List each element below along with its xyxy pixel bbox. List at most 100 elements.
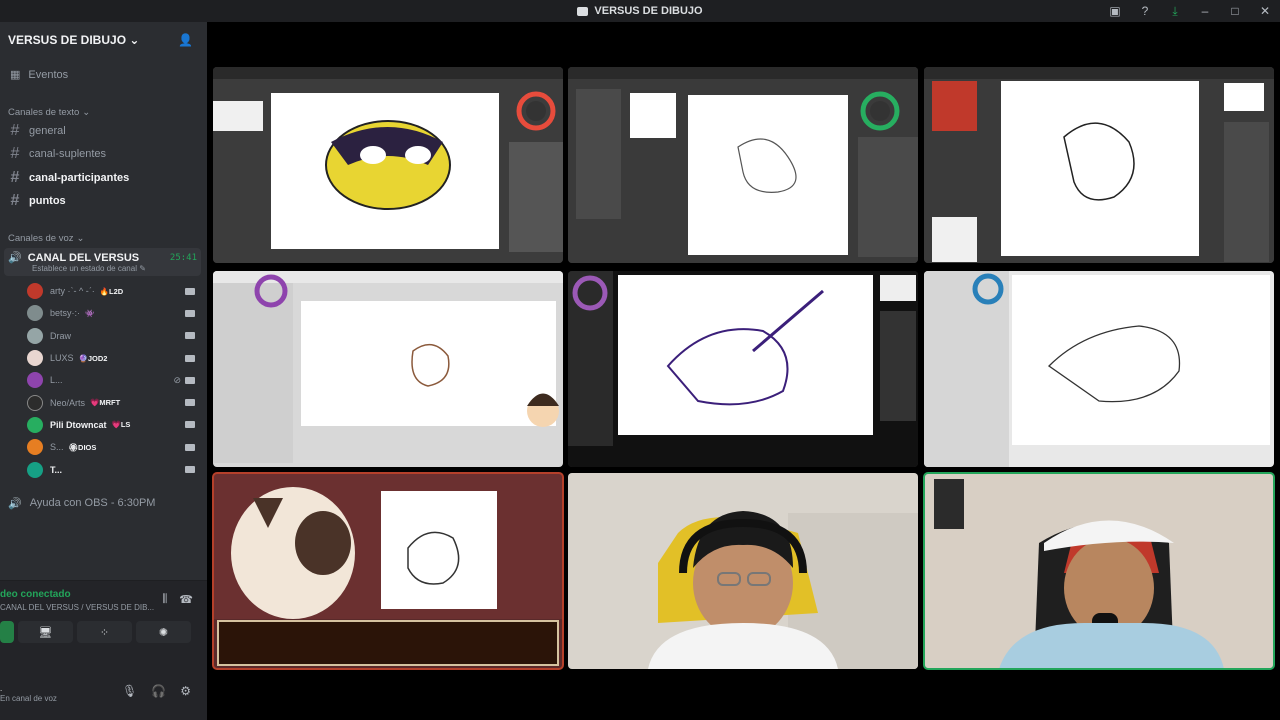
avatar bbox=[27, 394, 43, 411]
webcam-feed bbox=[924, 473, 1274, 669]
voice-user[interactable]: S... 🏵DIOS bbox=[0, 436, 207, 458]
user-tag: 🔥L2D bbox=[99, 286, 124, 296]
channel-general[interactable]: # general bbox=[0, 119, 207, 143]
user-name: L... bbox=[50, 375, 63, 386]
user-name: Draw bbox=[50, 330, 72, 341]
events-item[interactable]: ▦ Eventos bbox=[0, 58, 207, 91]
camera-toggle-button[interactable] bbox=[0, 621, 14, 643]
user-name: S... bbox=[50, 442, 64, 453]
settings-gear-icon[interactable]: ⚙ bbox=[180, 684, 191, 698]
channel-label: canal-suplentes bbox=[29, 148, 107, 161]
webcam-tile-2[interactable] bbox=[923, 472, 1275, 670]
connection-location[interactable]: CANAL DEL VERSUS / VERSUS DE DIB... bbox=[0, 603, 154, 612]
screen-share-button[interactable]: 🖥 bbox=[18, 621, 73, 643]
voice-timer: 25:41 bbox=[169, 252, 197, 263]
noise-suppression-icon[interactable]: ⫼ bbox=[162, 593, 167, 606]
drawing-app-screen bbox=[568, 271, 918, 467]
avatar bbox=[27, 439, 43, 456]
channel-canal-participantes[interactable]: # canal-participantes bbox=[0, 166, 207, 190]
user-tag: 🏵DIOS bbox=[68, 442, 97, 452]
voice-user[interactable]: betsy·:· 👾 bbox=[0, 302, 207, 324]
server-name: VERSUS DE DIBUJO bbox=[8, 33, 127, 47]
chevron-down-icon: ⌄ bbox=[129, 33, 140, 47]
camera-icon bbox=[185, 421, 195, 429]
speaker-icon: 🔊 bbox=[8, 497, 22, 510]
disconnect-icon[interactable]: ☎ bbox=[179, 593, 193, 606]
channel-puntos[interactable]: # puntos bbox=[0, 190, 207, 214]
camera-icon bbox=[185, 354, 195, 362]
user-tag: 💗LS bbox=[111, 420, 131, 430]
user-name: Neo/Arts bbox=[50, 397, 86, 408]
user-name: T... bbox=[50, 464, 63, 475]
voice-user[interactable]: Neo/Arts 💗MRFT bbox=[0, 391, 207, 413]
camera-icon bbox=[185, 309, 195, 317]
channel-label: puntos bbox=[29, 195, 66, 208]
pencil-icon: ✎ bbox=[139, 264, 146, 273]
hash-icon: # bbox=[10, 168, 20, 186]
webcam-tile-1[interactable] bbox=[568, 473, 918, 669]
stream-tile-2[interactable] bbox=[568, 67, 918, 263]
events-label: Eventos bbox=[28, 68, 69, 81]
user-tag: 👾 bbox=[85, 308, 95, 318]
stage-channel-name: Ayuda con OBS - 6:30PM bbox=[29, 497, 156, 510]
hash-icon: # bbox=[10, 121, 20, 139]
camera-icon bbox=[185, 443, 195, 451]
drawing-app-screen bbox=[213, 271, 563, 467]
user-name: betsy·:· bbox=[50, 308, 81, 319]
voice-user[interactable]: arty ·ˋ- ^ -ˊ· 🔥L2D bbox=[0, 280, 207, 302]
camera-icon bbox=[185, 287, 195, 295]
inbox-icon[interactable]: ▣ bbox=[1100, 0, 1130, 22]
user-tag: 💗MRFT bbox=[90, 398, 121, 408]
help-icon[interactable]: ? bbox=[1130, 0, 1160, 22]
voice-channel-canal-del-versus[interactable]: 🔊 CANAL DEL VERSUS 25:41 Establece un es… bbox=[4, 248, 201, 276]
add-member-icon[interactable]: 👤 bbox=[178, 33, 193, 47]
minimize-button[interactable]: – bbox=[1190, 0, 1220, 22]
camera-icon bbox=[185, 399, 195, 407]
drawing-app-screen bbox=[924, 67, 1274, 263]
voice-user[interactable]: LUXS 🔮JOD2 bbox=[0, 347, 207, 369]
video-grid bbox=[207, 22, 1280, 720]
soundboard-button[interactable]: ✺ bbox=[136, 621, 191, 643]
drawing-app-screen bbox=[568, 67, 918, 263]
channel-label: canal-participantes bbox=[29, 171, 130, 184]
voice-user[interactable]: T... bbox=[0, 458, 207, 480]
chevron-down-icon: ⌄ bbox=[82, 106, 91, 118]
stream-tile-1[interactable] bbox=[213, 67, 563, 263]
stream-tile-3[interactable] bbox=[924, 67, 1274, 263]
voice-status-text[interactable]: Establece un estado de canal ✎ bbox=[8, 264, 197, 273]
hash-icon: # bbox=[10, 145, 20, 163]
activities-button[interactable]: ⁘ bbox=[77, 621, 132, 643]
stream-tile-5[interactable] bbox=[568, 271, 918, 467]
download-icon[interactable]: ⤓ bbox=[1160, 0, 1190, 22]
title-bar: VERSUS DE DIBUJO ▣ ? ⤓ – □ ✕ bbox=[0, 0, 1280, 22]
app-icon bbox=[577, 6, 589, 16]
voice-status-label: Establece un estado de canal bbox=[32, 264, 137, 273]
window-title-text: VERSUS DE DIBUJO bbox=[594, 5, 703, 17]
text-channels-category[interactable]: Canales de texto ⌄ bbox=[0, 105, 207, 119]
voice-channels-category[interactable]: Canales de voz ⌄ bbox=[0, 231, 207, 245]
maximize-button[interactable]: □ bbox=[1220, 0, 1250, 22]
close-button[interactable]: ✕ bbox=[1250, 0, 1280, 22]
camera-icon bbox=[185, 466, 195, 474]
text-category-label: Canales de texto bbox=[8, 106, 80, 118]
connection-state: deo conectado bbox=[0, 589, 71, 600]
muted-mic-icon: ⊘ bbox=[173, 374, 181, 385]
avatar bbox=[27, 416, 43, 433]
server-header[interactable]: VERSUS DE DIBUJO ⌄ 👤 bbox=[0, 22, 207, 58]
microphone-icon[interactable]: 🎙 bbox=[122, 684, 137, 698]
user-tag: 🔮JOD2 bbox=[78, 353, 108, 363]
stream-tile-6[interactable] bbox=[924, 271, 1274, 467]
avatar bbox=[27, 350, 43, 367]
voice-user[interactable]: L... ⊘ bbox=[0, 369, 207, 391]
stage-channel-obs[interactable]: 🔊 Ayuda con OBS - 6:30PM bbox=[0, 489, 207, 518]
webcam-feed bbox=[568, 473, 918, 669]
channel-canal-suplentes[interactable]: # canal-suplentes bbox=[0, 143, 207, 167]
stream-tile-4[interactable] bbox=[213, 271, 563, 467]
voice-user[interactable]: Draw bbox=[0, 325, 207, 347]
headphones-icon[interactable]: 🎧 bbox=[151, 684, 166, 698]
avatar bbox=[27, 461, 43, 478]
stream-tile-7[interactable] bbox=[212, 472, 564, 670]
user-name: Pili Dtowncat bbox=[50, 419, 107, 430]
voice-user[interactable]: Pili Dtowncat 💗LS bbox=[0, 414, 207, 436]
user-name: arty ·ˋ- ^ -ˊ· bbox=[50, 286, 95, 297]
